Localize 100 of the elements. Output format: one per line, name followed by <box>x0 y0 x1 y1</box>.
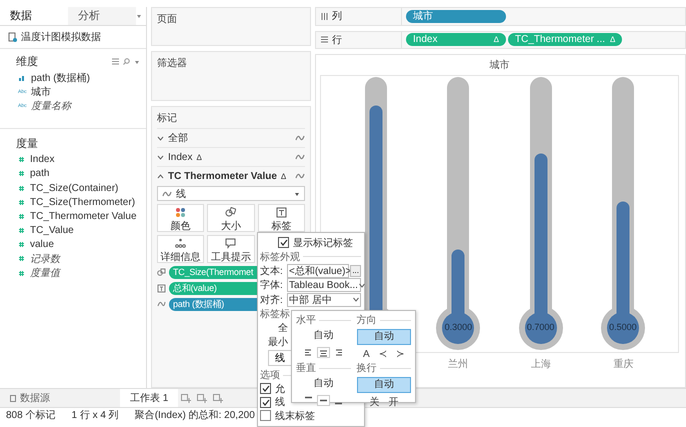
option-button[interactable]: ≻ <box>393 348 408 360</box>
marks-button[interactable]: 标签 <box>258 204 305 232</box>
field-name[interactable]: TC_Size(Container) <box>30 182 118 194</box>
card-title: 筛选器 <box>157 56 188 70</box>
checkbox[interactable] <box>260 383 271 394</box>
checkbox[interactable] <box>260 396 271 408</box>
align-left-icon <box>304 348 313 356</box>
line-end-button[interactable]: 线 <box>268 350 292 366</box>
option-button[interactable]: A <box>360 348 373 360</box>
option-label: 最小 <box>268 336 288 349</box>
text-label-icon <box>276 207 287 218</box>
marks-layer[interactable]: TC Thermometer Value Δ <box>157 166 305 185</box>
sheet-tab[interactable]: 数据源 <box>0 389 120 407</box>
checkbox[interactable] <box>260 410 271 422</box>
collapse-icon <box>157 174 164 178</box>
field-pill[interactable]: 城市 <box>406 10 506 23</box>
option-button[interactable]: 自动 <box>356 377 411 393</box>
field-name[interactable]: value <box>30 239 54 250</box>
field-name[interactable]: TC_Value <box>30 225 74 236</box>
status-text: 1 行 x 4 列 <box>71 409 119 422</box>
caret-icon <box>136 13 142 19</box>
field-name[interactable]: Index <box>30 154 54 166</box>
plus-sheet-icon <box>181 394 192 402</box>
option-button[interactable]: 自动 <box>356 329 411 345</box>
delta-mark: Δ <box>196 152 202 162</box>
option-button[interactable]: 自动 <box>296 377 350 391</box>
align-middle-button[interactable] <box>316 394 330 406</box>
search-icon <box>123 58 130 65</box>
city-label: 上海 <box>530 358 552 369</box>
measure-icon <box>18 170 25 178</box>
marks-layer[interactable]: Index Δ <box>157 147 305 166</box>
align-left-button[interactable] <box>302 346 314 358</box>
field-name[interactable]: 记录数 <box>30 252 60 266</box>
dropdown[interactable]: 中部 居中 <box>287 292 361 307</box>
field-name[interactable]: 城市 <box>31 85 51 100</box>
marks-button[interactable]: 详细信息 <box>157 235 204 263</box>
measure-icon <box>18 198 25 206</box>
line-icon <box>295 153 305 161</box>
value-label: 0.3000 <box>444 322 474 332</box>
data-source-name[interactable]: 温度计图模拟数据 <box>21 30 101 44</box>
status-text: 808 个标记 <box>6 408 56 422</box>
marks-button[interactable]: 颜色 <box>157 204 204 232</box>
line-icon <box>295 172 305 180</box>
line-icon <box>157 300 166 309</box>
delta-mark: Δ <box>280 172 286 180</box>
option-button[interactable]: ≺ <box>376 348 390 360</box>
align-center-button[interactable] <box>316 346 330 358</box>
measure-icon <box>18 227 25 234</box>
pane-tab[interactable]: 分析 <box>68 7 136 25</box>
shelf-label: 行 <box>332 34 342 47</box>
sheet-tab[interactable]: 工作表 1 <box>120 389 178 407</box>
palette-icon <box>175 207 186 218</box>
field-name[interactable]: 度量名称 <box>31 99 71 114</box>
align-bottom-icon <box>334 402 343 404</box>
more-button[interactable]: ... <box>350 264 361 277</box>
plus-sheet-icon <box>197 394 208 402</box>
option-button[interactable]: 开 <box>385 395 402 409</box>
expand-icon <box>157 136 164 140</box>
marks-layer[interactable]: 全部 <box>157 128 305 147</box>
section-title: 水平 <box>296 314 316 327</box>
option-button[interactable]: 关 <box>366 395 382 409</box>
section-title: 维度 <box>16 54 39 69</box>
measure-icon <box>18 270 25 277</box>
mark-type-value: 线 <box>176 188 186 200</box>
status-text: 聚合(Index) 的总和: 20,200 <box>134 408 255 422</box>
layer-label: Index <box>168 152 192 162</box>
field-name[interactable]: TC_Thermometer Value <box>30 210 137 222</box>
text-field[interactable]: <总和(value)> <box>287 264 350 278</box>
section-title: 垂直 <box>296 362 316 375</box>
expand-icon <box>157 154 164 160</box>
field-name[interactable]: path <box>30 168 50 180</box>
line-icon <box>162 190 172 198</box>
database-icon <box>8 32 17 42</box>
mark-type-dropdown[interactable]: 线 <box>157 186 305 201</box>
checkbox-label: 允 <box>275 382 285 396</box>
field-name[interactable]: TC_Size(Thermometer) <box>30 196 136 208</box>
size-icon <box>225 207 236 218</box>
field-name[interactable]: path (数据桶) <box>31 71 90 86</box>
measure-icon <box>18 212 25 220</box>
field-name[interactable]: 度量值 <box>30 266 60 280</box>
marks-button[interactable]: 大小 <box>207 204 255 232</box>
text-label-icon <box>157 284 166 293</box>
option-button[interactable]: 自动 <box>296 329 350 343</box>
caret-icon <box>134 58 140 64</box>
checkbox[interactable] <box>278 237 289 248</box>
grid-icon <box>112 58 119 65</box>
detail-dots-icon <box>175 238 186 249</box>
card-title: 页面 <box>157 13 178 26</box>
value-label: 0.7000 <box>526 322 556 332</box>
marks-button[interactable]: 工具提示 <box>207 235 255 263</box>
caret-icon <box>294 190 300 196</box>
align-center-icon <box>318 348 328 358</box>
checkbox-label: 线末标签 <box>275 410 315 423</box>
layer-label: 全部 <box>168 132 188 145</box>
align-right-icon <box>334 348 343 356</box>
rows-icon <box>321 36 328 44</box>
section-title: 换行 <box>356 362 376 375</box>
caret-icon <box>353 297 359 302</box>
plus-sheet-icon <box>213 394 224 402</box>
size-icon <box>157 268 166 277</box>
